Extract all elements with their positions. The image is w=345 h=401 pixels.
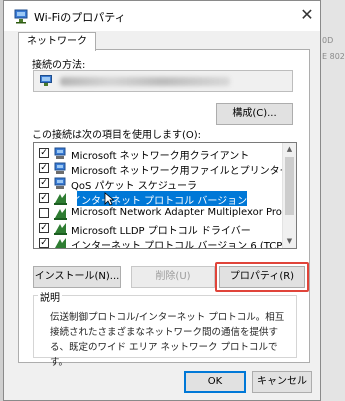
list-item[interactable]: ✓ QoS パケット スケジューラ [37,176,281,192]
protocol-icon [55,238,66,248]
adapter-name-blurred [60,77,230,86]
description-group: 説明 伝送制御プロトコル/インターネット プロトコル。相互接続されたさまざまなネ… [33,289,297,368]
protocol-icon [54,193,67,205]
scroll-up-icon[interactable]: ▲ [283,143,296,156]
item-checkbox[interactable]: ✓ [39,148,49,158]
window-title: Wi-Fiのプロパティ [34,11,126,24]
configure-button[interactable]: 構成(C)... [216,103,293,125]
adapter-name-field [33,70,293,92]
item-checkbox[interactable]: ✓ [39,163,49,173]
title-bar: Wi-Fiのプロパティ ✕ [4,1,320,31]
description-title: 説明 [38,289,62,304]
tab-panel: 接続の方法: 構成(C)... この接続は次の項目を使用します(O): ✓ Mi… [18,49,310,368]
protocol-icon [54,223,67,235]
item-label: Microsoft LLDP プロトコル ドライバー [71,226,251,237]
item-label: Microsoft Network Adapter Multiplexor Pr… [71,207,297,218]
item-checkbox[interactable]: ✓ [39,223,49,233]
item-label: Microsoft ネットワーク用クライアント [71,151,250,162]
description-text: 伝送制御プロトコル/インターネット プロトコル。相互接続されたさまざまなネットワ… [50,312,285,368]
cancel-button[interactable]: キャンセル [252,371,312,393]
scroll-down-icon[interactable]: ▼ [283,235,296,248]
protocol-icon [54,208,67,220]
items-listbox[interactable]: ✓ Microsoft ネットワーク用クライアント ✓ Microsoft ネッ… [33,142,297,249]
list-item[interactable]: Microsoft Network Adapter Multiplexor Pr… [37,206,296,221]
network-client-icon [54,177,66,189]
list-item[interactable]: ✓ インターネット プロトコル バージョン 6 (TCP/IPv6) [37,236,296,248]
item-checkbox[interactable] [39,208,49,218]
properties-highlight-box [215,262,309,292]
list-item-selected[interactable]: ✓ インターネット プロトコル バージョン 4 (TCP/IPv4) [37,191,296,207]
item-checkbox[interactable]: ✓ [39,238,49,248]
network-adapter-icon [40,75,52,86]
install-button[interactable]: インストール(N)... [33,266,121,288]
scrollbar-thumb[interactable] [285,157,294,215]
tab-network[interactable]: ネットワーク [18,32,96,51]
network-client-icon [54,162,66,174]
background-text: 0D [322,36,334,45]
uninstall-button: 削除(U) [131,266,215,288]
properties-dialog: Wi-Fiのプロパティ ✕ ネットワーク 接続の方法: 構成(C)... この接… [3,0,321,401]
ok-button[interactable]: OK [184,371,246,393]
item-checkbox[interactable]: ✓ [39,193,49,203]
network-client-icon [54,147,66,159]
item-label: Microsoft ネットワーク用ファイルとプリンター共有 [71,166,297,177]
list-item[interactable]: ✓ Microsoft ネットワーク用クライアント [37,146,281,162]
list-scrollbar[interactable]: ▲ ▼ [282,143,296,248]
close-button[interactable]: ✕ [295,4,319,26]
mouse-cursor-icon [104,192,114,206]
item-label: インターネット プロトコル バージョン 6 (TCP/IPv6) [71,241,297,249]
list-item[interactable]: ✓ Microsoft ネットワーク用ファイルとプリンター共有 [37,161,296,177]
item-checkbox[interactable]: ✓ [39,178,49,188]
items-label: この接続は次の項目を使用します(O): [32,130,202,141]
list-item[interactable]: ✓ Microsoft LLDP プロトコル ドライバー [37,221,281,237]
item-label: QoS パケット スケジューラ [71,181,197,192]
connect-using-label: 接続の方法: [32,60,86,71]
background-text: E 802. [322,52,345,61]
network-adapter-icon [14,9,28,24]
